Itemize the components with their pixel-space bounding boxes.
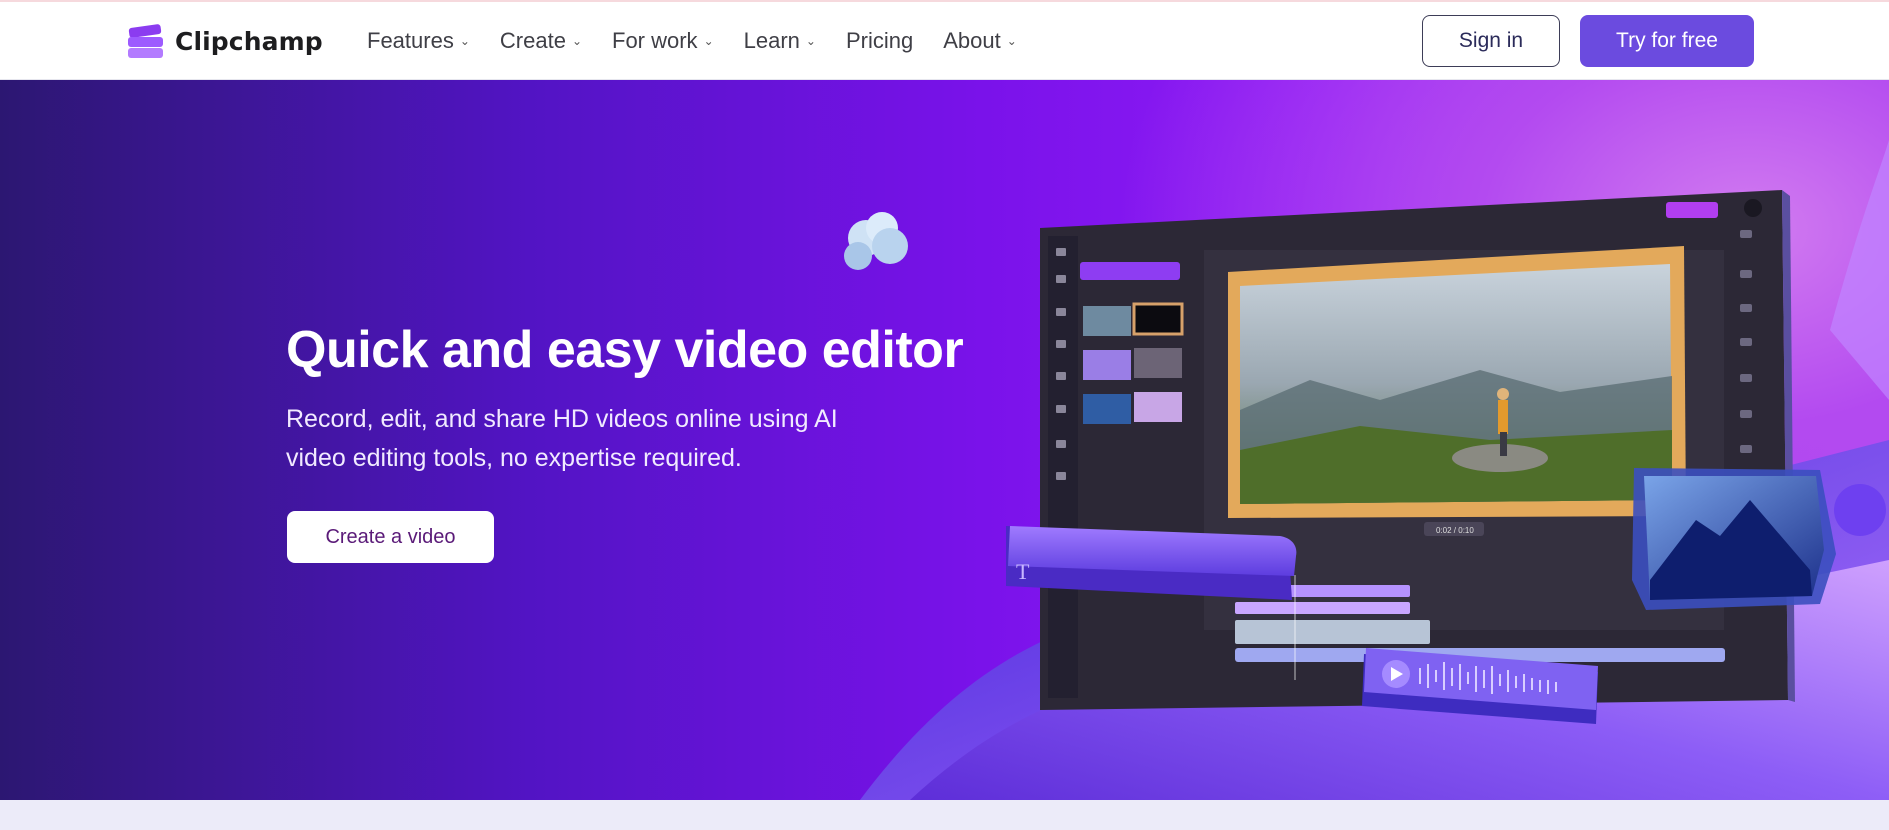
export-button (1666, 202, 1718, 218)
main-nav: Features ⌄ Create ⌄ For work ⌄ Learn ⌄ P… (367, 28, 1047, 54)
sign-in-button[interactable]: Sign in (1422, 15, 1560, 67)
page-bottom-band (0, 800, 1889, 830)
chevron-down-icon: ⌄ (459, 34, 470, 48)
editor-import-button (1080, 262, 1180, 280)
nav-item-about[interactable]: About ⌄ (943, 28, 1017, 54)
nav-item-label: For work (612, 28, 698, 53)
nav-item-label: Features (367, 28, 454, 53)
chevron-down-icon: ⌄ (1006, 34, 1017, 48)
try-for-free-button[interactable]: Try for free (1580, 15, 1754, 67)
nav-item-label: Pricing (845, 28, 914, 53)
nav-item-pricing[interactable]: Pricing (846, 28, 913, 54)
person-figure (1498, 400, 1508, 434)
site-header: Clipchamp Features ⌄ Create ⌄ For work ⌄… (0, 2, 1889, 80)
brand-name: Clipchamp (175, 26, 323, 56)
chevron-down-icon: ⌄ (805, 34, 816, 48)
cloud-icon (844, 212, 908, 270)
editor-window: 0:02 / 0:10 (1040, 190, 1795, 710)
ribbon-shape (1830, 140, 1889, 400)
chevron-down-icon: ⌄ (571, 34, 582, 48)
playback-time: 0:02 / 0:10 (1436, 526, 1474, 535)
hero-subtitle: Record, edit, and share HD videos online… (286, 405, 838, 472)
nav-item-features[interactable]: Features ⌄ (367, 28, 470, 54)
nav-item-label: Learn (743, 28, 800, 53)
nav-item-create[interactable]: Create ⌄ (500, 28, 582, 54)
nav-item-label: About (943, 28, 1001, 53)
editor-illustration: 0:02 / 0:10 T (844, 140, 1889, 800)
chevron-down-icon: ⌄ (703, 34, 714, 48)
nav-item-for-work[interactable]: For work ⌄ (612, 28, 714, 54)
text-tool-glyph: T (1016, 559, 1030, 584)
nav-item-learn[interactable]: Learn ⌄ (744, 28, 816, 54)
clipchamp-logo-icon (127, 22, 165, 60)
nav-item-label: Create (499, 28, 566, 53)
hero-section: Quick and easy video editor Record, edit… (0, 80, 1889, 800)
clipchamp-logo[interactable]: Clipchamp (127, 22, 323, 60)
create-video-button[interactable]: Create a video (287, 511, 494, 563)
